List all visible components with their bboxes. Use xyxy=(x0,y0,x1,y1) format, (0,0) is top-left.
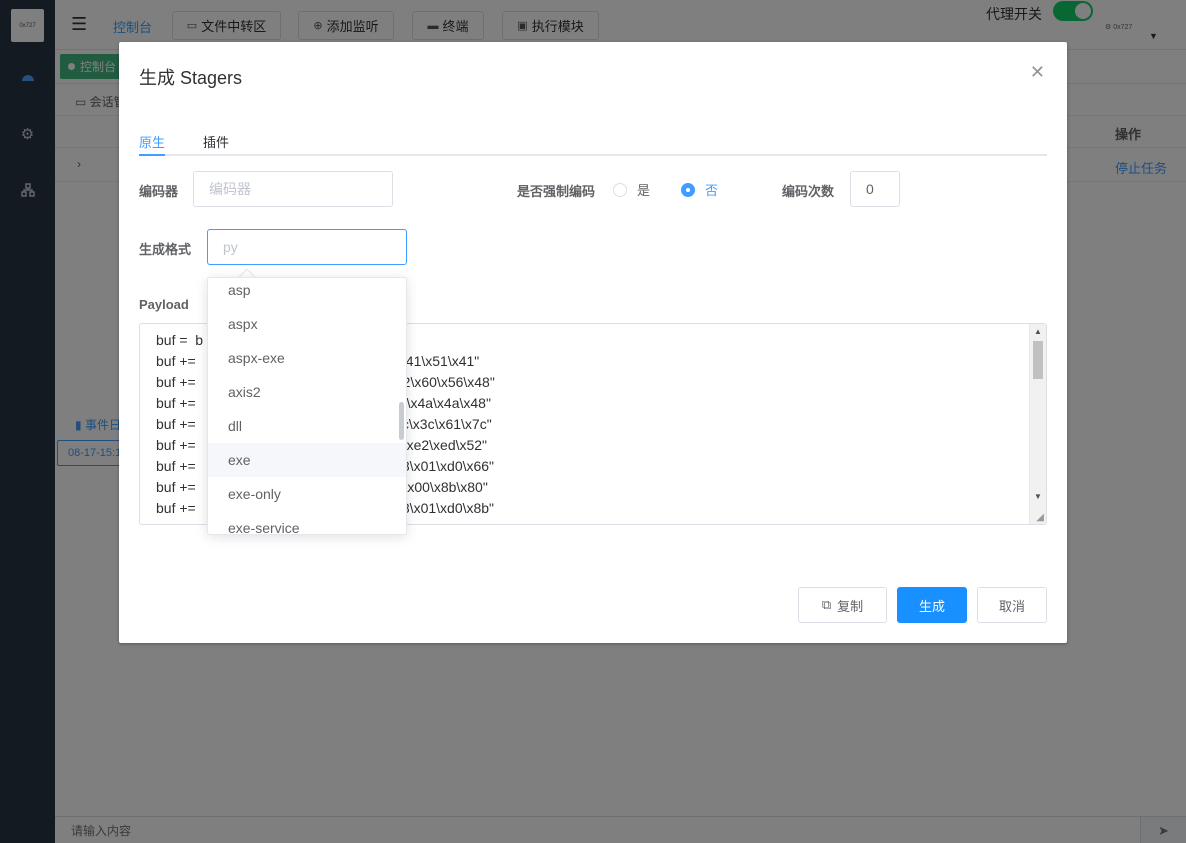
tab-native[interactable]: 原生 xyxy=(139,132,165,151)
format-option[interactable]: exe-only xyxy=(208,477,406,511)
encode-count-input[interactable] xyxy=(850,171,900,207)
format-option[interactable]: aspx xyxy=(208,307,406,341)
payload-scrollbar[interactable]: ▲ ▼ xyxy=(1029,324,1046,524)
active-tab-indicator xyxy=(139,154,165,156)
format-dropdown: asp aspx aspx-exe axis2 dll exe exe-only… xyxy=(207,277,407,535)
dropdown-scrollbar[interactable] xyxy=(399,402,404,440)
format-option[interactable]: exe-service xyxy=(208,511,406,534)
generate-stagers-dialog: 生成 Stagers ✕ 原生 插件 编码器 是否强制编码 是 否 编码次数 生… xyxy=(119,42,1067,643)
force-encode-yes-radio[interactable]: 是 xyxy=(613,180,650,199)
payload-line: buf = b xyxy=(156,332,204,348)
radio-checked-icon xyxy=(681,182,695,197)
resize-handle-icon[interactable]: ◢ xyxy=(1036,512,1044,523)
copy-button[interactable]: ⧉ 复制 xyxy=(798,587,887,623)
encoder-label: 编码器 xyxy=(139,184,179,199)
format-label: 生成格式 xyxy=(139,242,192,257)
force-encode-label: 是否强制编码 xyxy=(517,184,596,199)
scroll-up-icon[interactable]: ▲ xyxy=(1034,327,1042,336)
dialog-tabs: 原生 插件 xyxy=(139,132,1047,156)
scroll-down-icon[interactable]: ▼ xyxy=(1034,492,1042,501)
format-select[interactable] xyxy=(207,229,407,265)
close-icon[interactable]: ✕ xyxy=(1030,62,1045,83)
format-option[interactable]: dll xyxy=(208,409,406,443)
format-option[interactable]: asp xyxy=(208,278,406,307)
cancel-button[interactable]: 取消 xyxy=(977,587,1047,623)
radio-circle-icon xyxy=(613,182,627,197)
generate-button[interactable]: 生成 xyxy=(897,587,967,623)
format-option[interactable]: exe xyxy=(208,443,406,477)
payload-label: Payload xyxy=(139,297,189,312)
format-option[interactable]: axis2 xyxy=(208,375,406,409)
tab-plugin[interactable]: 插件 xyxy=(203,132,229,151)
format-option[interactable]: aspx-exe xyxy=(208,341,406,375)
force-encode-no-radio[interactable]: 否 xyxy=(681,180,718,199)
scroll-thumb[interactable] xyxy=(1033,341,1043,379)
dialog-title: 生成 Stagers xyxy=(139,68,243,88)
copy-icon: ⧉ xyxy=(821,597,832,612)
encoder-input[interactable] xyxy=(193,171,393,207)
encode-count-label: 编码次数 xyxy=(782,184,835,199)
